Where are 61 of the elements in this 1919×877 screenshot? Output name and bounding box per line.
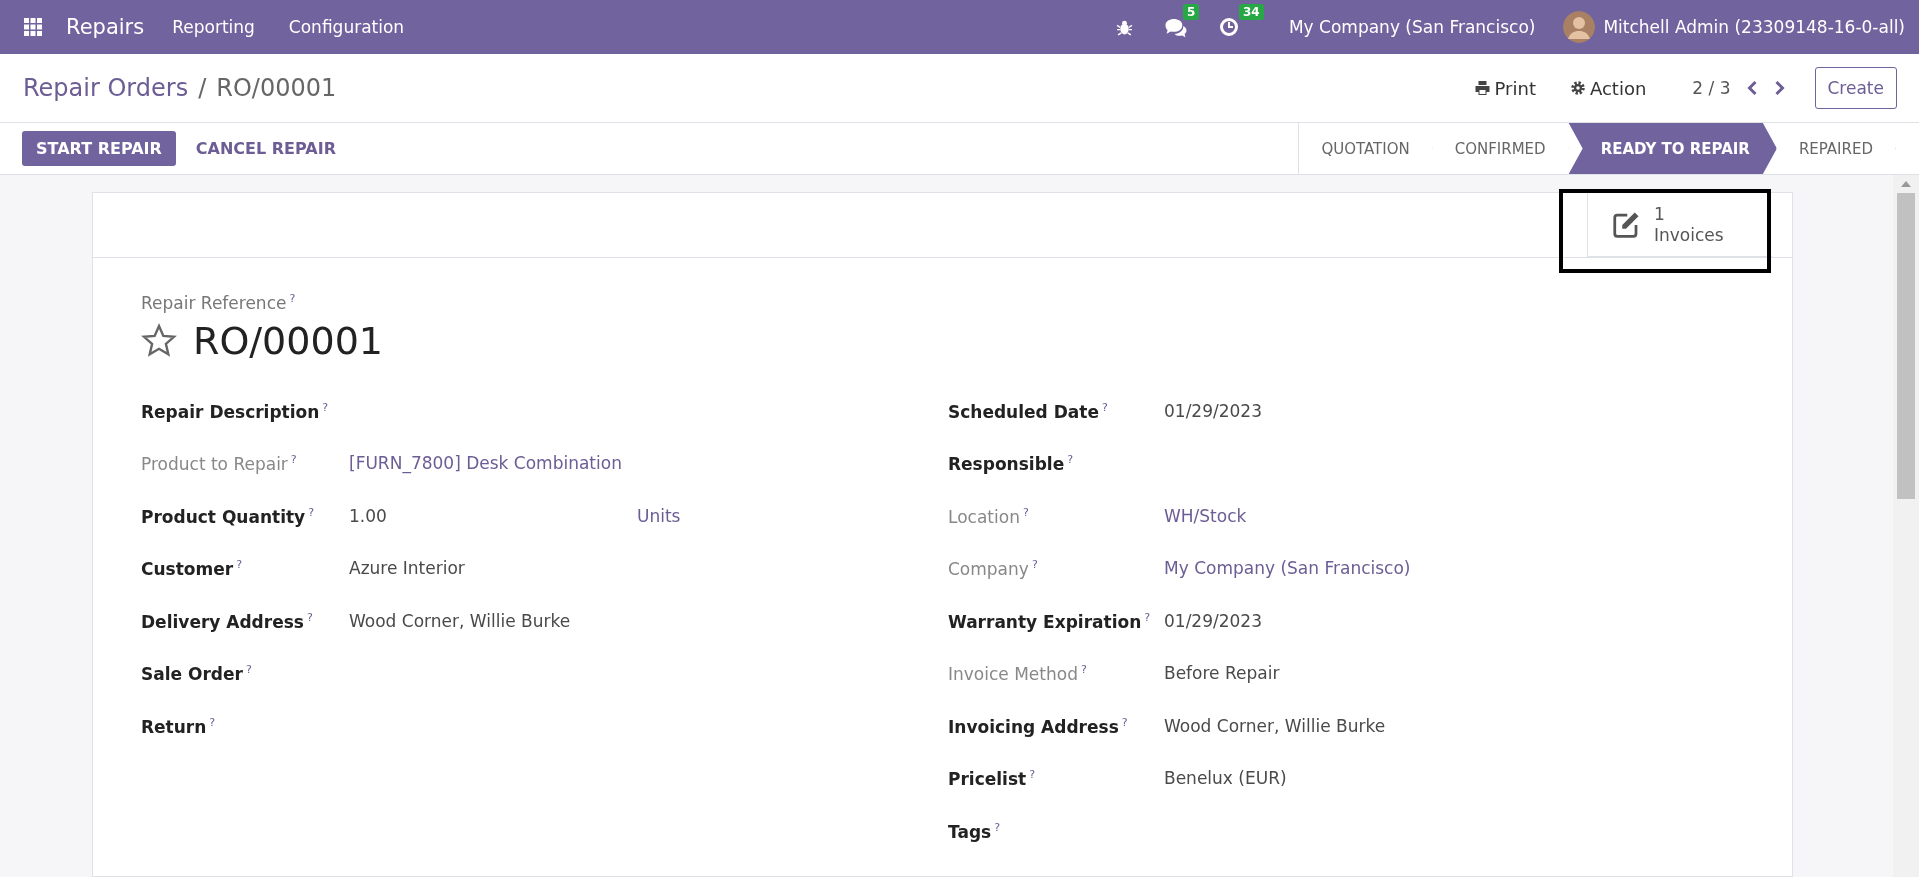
field-link[interactable]: My Company (San Francisco) — [1164, 558, 1452, 579]
menu-item[interactable]: Configuration — [288, 17, 405, 37]
next-icon[interactable] — [1773, 80, 1785, 96]
field-value: Wood Corner, Willie Burke — [349, 610, 572, 631]
status-stage[interactable]: CONFIRMED — [1432, 123, 1569, 174]
action-button[interactable]: Action — [1563, 76, 1653, 100]
activity-count-badge: 34 — [1238, 4, 1264, 20]
field-label: Warranty Expiration $^{?}$ — [948, 610, 1152, 632]
field-label: Invoicing Address $^{?}$ — [948, 715, 1129, 737]
clock-icon[interactable] — [1218, 17, 1239, 37]
field-label: Sale Order $^{?}$ — [141, 663, 253, 684]
pager-counter: 2 / 3 — [1692, 78, 1731, 98]
status-stage[interactable]: READY TO REPAIR — [1568, 123, 1777, 174]
breadcrumb-separator: / — [198, 74, 207, 102]
company-switcher[interactable]: My Company (San Francisco) — [1288, 17, 1536, 37]
user-menu[interactable]: Mitchell Admin (23309148-16-0-all) — [1603, 17, 1905, 37]
app-name[interactable]: Repairs — [66, 15, 145, 39]
field-label: Product Quantity $^{?}$ — [141, 505, 316, 527]
previous-icon[interactable] — [1746, 80, 1758, 96]
field-label: Company $^{?}$ — [948, 558, 1039, 579]
field-label: Delivery Address $^{?}$ — [141, 610, 314, 632]
field-label: Invoice Method $^{?}$ — [948, 663, 1088, 684]
field-label: Product to Repair $^{?}$ — [141, 453, 298, 474]
scrollbar[interactable] — [1893, 175, 1919, 877]
star-icon[interactable] — [141, 322, 177, 359]
status-stage[interactable]: QUOTATION — [1299, 123, 1433, 174]
field-value: Wood Corner, Willie Burke — [1164, 715, 1387, 736]
header-button[interactable]: CANCEL REPAIR — [181, 131, 350, 166]
menu-item[interactable]: Reporting — [172, 17, 255, 37]
field-label: Repair Reference $^{?}$ — [141, 292, 297, 313]
gear-icon — [1569, 80, 1586, 96]
unit-link[interactable]: Units — [637, 505, 681, 526]
field-label: Customer $^{?}$ — [141, 558, 243, 579]
field-link[interactable]: WH/Stock — [1164, 505, 1452, 526]
bug-icon[interactable] — [1115, 18, 1133, 36]
field-value: Azure Interior — [349, 558, 466, 579]
message-count-badge: 5 — [1182, 3, 1200, 20]
field-label: Responsible $^{?}$ — [948, 453, 1074, 474]
record-title: RO/00001 — [193, 318, 383, 363]
field-label: Tags $^{?}$ — [948, 820, 1001, 842]
field-label: Location $^{?}$ — [948, 505, 1030, 527]
field-value: 01/29/2023 — [1164, 400, 1263, 421]
field-label: Pricelist $^{?}$ — [948, 768, 1037, 789]
print-button[interactable]: Print — [1467, 76, 1542, 100]
field-label: Return $^{?}$ — [141, 715, 217, 737]
header-button[interactable]: START REPAIR — [22, 131, 176, 166]
field-value: 01/29/2023 — [1164, 610, 1263, 631]
breadcrumb-link[interactable]: Repair Orders — [23, 74, 189, 102]
field-label: Repair Description $^{?}$ — [141, 400, 330, 422]
status-stage[interactable]: REPAIRED — [1776, 123, 1896, 174]
field-label: Scheduled Date $^{?}$ — [948, 400, 1109, 422]
invoices-smart-button[interactable]: 1 Invoices — [1587, 193, 1772, 257]
field-value: Before Repair — [1164, 663, 1281, 684]
avatar-icon[interactable] — [1563, 11, 1596, 43]
printer-icon — [1473, 80, 1491, 96]
field-link[interactable]: [FURN_7800] Desk Combination — [349, 453, 637, 474]
field-value: 1.00 — [349, 505, 388, 526]
create-button[interactable]: Create — [1814, 67, 1897, 109]
app-grid-icon[interactable] — [24, 18, 42, 36]
breadcrumb-current: RO/00001 — [216, 74, 337, 102]
field-value: Benelux (EUR) — [1164, 768, 1288, 789]
